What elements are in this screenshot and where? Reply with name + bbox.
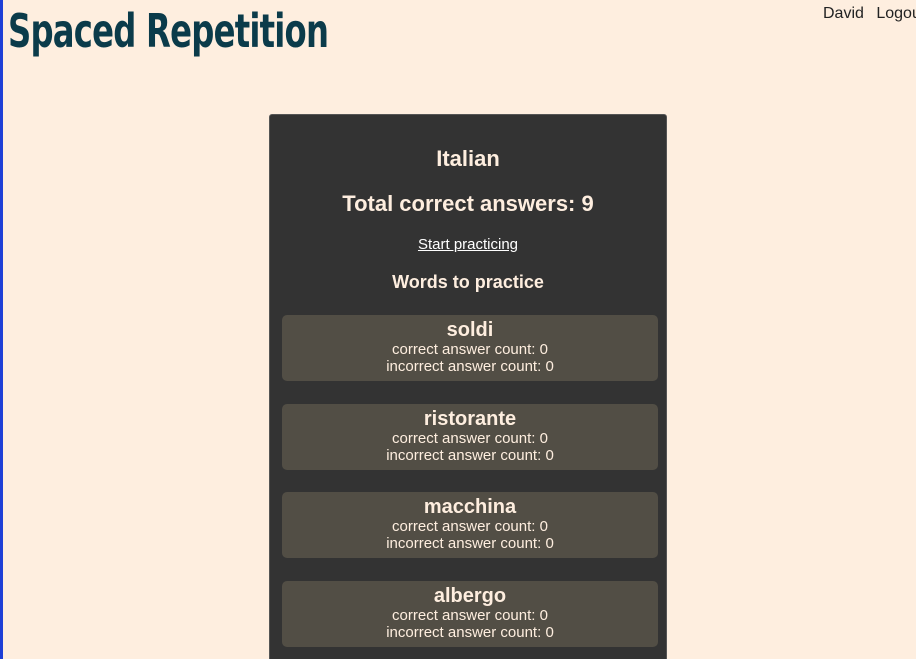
app-title: Spaced Repetition [8, 4, 329, 58]
correct-count: correct answer count: 0 [392, 429, 548, 447]
correct-count: correct answer count: 0 [392, 341, 548, 358]
username: David [823, 5, 864, 22]
words-to-practice-heading: Words to practice [392, 272, 544, 292]
word-card: macchina correct answer count: 0 incorre… [282, 492, 658, 558]
user-nav: David Logout [823, 5, 916, 23]
dashboard-panel: Italian Total correct answers: 9 Start p… [269, 114, 667, 659]
word-card: soldi correct answer count: 0 incorrect … [282, 315, 658, 381]
correct-count: correct answer count: 0 [392, 518, 548, 535]
incorrect-count: incorrect answer count: 0 [386, 446, 554, 464]
language-name: Italian [436, 146, 500, 171]
start-practicing-wrapper: Start practicing [270, 236, 666, 253]
incorrect-count: incorrect answer count: 0 [386, 358, 554, 375]
incorrect-count: incorrect answer count: 0 [386, 535, 554, 552]
incorrect-count: incorrect answer count: 0 [386, 623, 554, 641]
word-original: macchina [423, 496, 517, 518]
start-practicing-link[interactable]: Start practicing [418, 236, 518, 253]
total-correct-answers: Total correct answers: 9 [342, 191, 594, 216]
correct-count: correct answer count: 0 [392, 606, 548, 624]
word-list: soldi correct answer count: 0 incorrect … [282, 315, 658, 659]
word-card: albergo correct answer count: 0 incorrec… [282, 580, 658, 647]
logout-link[interactable]: Logout [876, 5, 916, 22]
word-original: soldi [446, 319, 494, 341]
word-original: albergo [433, 584, 507, 607]
word-original: ristorante [423, 407, 517, 430]
word-card: ristorante correct answer count: 0 incor… [282, 403, 658, 470]
